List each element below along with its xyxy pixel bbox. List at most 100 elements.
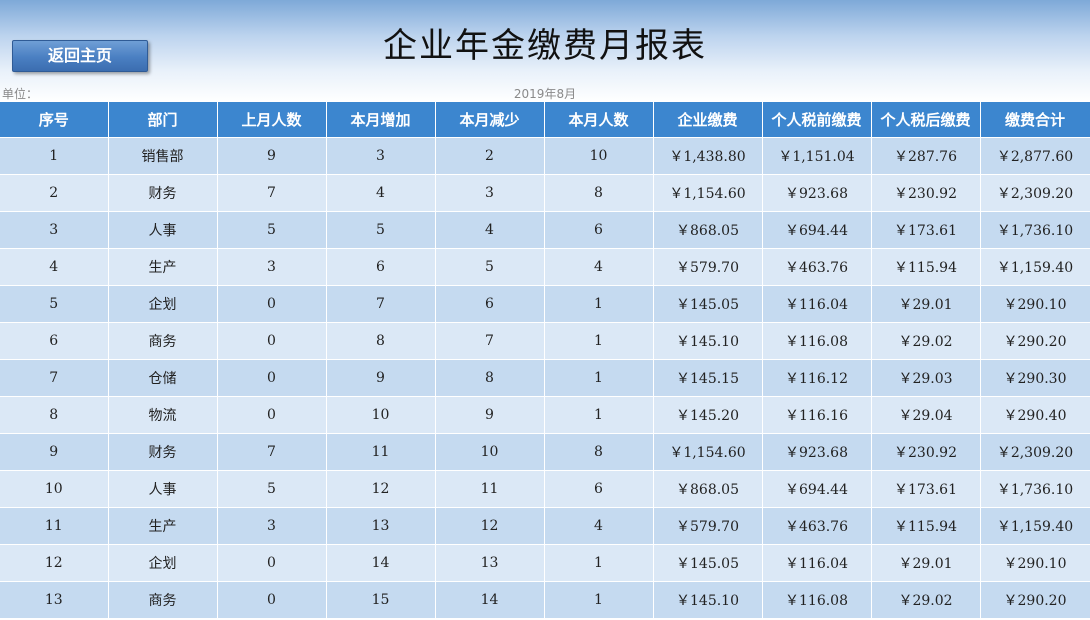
column-header-removed[interactable]: 本月减少: [435, 102, 545, 138]
cell-this-month-count[interactable]: 4: [544, 248, 654, 286]
cell-this-month-count[interactable]: 1: [544, 396, 654, 434]
cell-index[interactable]: 3: [0, 211, 109, 249]
cell-pretax-contribution[interactable]: ￥923.68: [762, 433, 872, 471]
cell-removed[interactable]: 6: [435, 285, 545, 323]
cell-company-contribution[interactable]: ￥145.15: [653, 359, 763, 397]
cell-total[interactable]: ￥2,309.20: [980, 174, 1090, 212]
cell-added[interactable]: 7: [326, 285, 436, 323]
cell-last-month-count[interactable]: 9: [217, 137, 327, 175]
cell-department[interactable]: 人事: [108, 470, 218, 508]
cell-company-contribution[interactable]: ￥1,438.80: [653, 137, 763, 175]
cell-aftertax-contribution[interactable]: ￥29.02: [871, 581, 981, 619]
cell-removed[interactable]: 7: [435, 322, 545, 360]
cell-pretax-contribution[interactable]: ￥694.44: [762, 470, 872, 508]
cell-department[interactable]: 仓储: [108, 359, 218, 397]
cell-total[interactable]: ￥1,159.40: [980, 507, 1090, 545]
cell-index[interactable]: 9: [0, 433, 109, 471]
column-header-company-contribution[interactable]: 企业缴费: [653, 102, 763, 138]
cell-department[interactable]: 生产: [108, 248, 218, 286]
cell-company-contribution[interactable]: ￥579.70: [653, 507, 763, 545]
cell-added[interactable]: 14: [326, 544, 436, 582]
cell-removed[interactable]: 11: [435, 470, 545, 508]
cell-department[interactable]: 销售部: [108, 137, 218, 175]
cell-added[interactable]: 15: [326, 581, 436, 619]
cell-department[interactable]: 人事: [108, 211, 218, 249]
cell-removed[interactable]: 5: [435, 248, 545, 286]
cell-removed[interactable]: 4: [435, 211, 545, 249]
cell-department[interactable]: 物流: [108, 396, 218, 434]
cell-company-contribution[interactable]: ￥1,154.60: [653, 433, 763, 471]
cell-this-month-count[interactable]: 1: [544, 581, 654, 619]
cell-last-month-count[interactable]: 0: [217, 581, 327, 619]
cell-index[interactable]: 7: [0, 359, 109, 397]
cell-last-month-count[interactable]: 5: [217, 211, 327, 249]
cell-pretax-contribution[interactable]: ￥463.76: [762, 248, 872, 286]
cell-department[interactable]: 商务: [108, 322, 218, 360]
cell-index[interactable]: 4: [0, 248, 109, 286]
cell-aftertax-contribution[interactable]: ￥173.61: [871, 470, 981, 508]
cell-company-contribution[interactable]: ￥145.05: [653, 285, 763, 323]
cell-pretax-contribution[interactable]: ￥116.16: [762, 396, 872, 434]
cell-department[interactable]: 企划: [108, 544, 218, 582]
cell-added[interactable]: 13: [326, 507, 436, 545]
cell-last-month-count[interactable]: 7: [217, 433, 327, 471]
cell-aftertax-contribution[interactable]: ￥287.76: [871, 137, 981, 175]
cell-total[interactable]: ￥1,159.40: [980, 248, 1090, 286]
cell-aftertax-contribution[interactable]: ￥29.01: [871, 544, 981, 582]
cell-department[interactable]: 生产: [108, 507, 218, 545]
cell-aftertax-contribution[interactable]: ￥115.94: [871, 507, 981, 545]
column-header-added[interactable]: 本月增加: [326, 102, 436, 138]
cell-this-month-count[interactable]: 8: [544, 433, 654, 471]
cell-company-contribution[interactable]: ￥579.70: [653, 248, 763, 286]
cell-added[interactable]: 3: [326, 137, 436, 175]
cell-pretax-contribution[interactable]: ￥116.08: [762, 322, 872, 360]
cell-added[interactable]: 8: [326, 322, 436, 360]
cell-removed[interactable]: 13: [435, 544, 545, 582]
cell-pretax-contribution[interactable]: ￥116.04: [762, 544, 872, 582]
cell-pretax-contribution[interactable]: ￥116.08: [762, 581, 872, 619]
cell-added[interactable]: 10: [326, 396, 436, 434]
cell-total[interactable]: ￥290.30: [980, 359, 1090, 397]
cell-removed[interactable]: 12: [435, 507, 545, 545]
cell-last-month-count[interactable]: 5: [217, 470, 327, 508]
cell-removed[interactable]: 9: [435, 396, 545, 434]
cell-last-month-count[interactable]: 0: [217, 322, 327, 360]
cell-index[interactable]: 11: [0, 507, 109, 545]
cell-pretax-contribution[interactable]: ￥694.44: [762, 211, 872, 249]
cell-added[interactable]: 4: [326, 174, 436, 212]
cell-total[interactable]: ￥290.20: [980, 322, 1090, 360]
cell-index[interactable]: 1: [0, 137, 109, 175]
cell-this-month-count[interactable]: 1: [544, 285, 654, 323]
back-home-button[interactable]: 返回主页: [12, 40, 148, 72]
cell-this-month-count[interactable]: 1: [544, 322, 654, 360]
cell-department[interactable]: 商务: [108, 581, 218, 619]
cell-added[interactable]: 12: [326, 470, 436, 508]
cell-index[interactable]: 10: [0, 470, 109, 508]
cell-total[interactable]: ￥1,736.10: [980, 470, 1090, 508]
cell-last-month-count[interactable]: 0: [217, 396, 327, 434]
cell-index[interactable]: 2: [0, 174, 109, 212]
cell-total[interactable]: ￥290.20: [980, 581, 1090, 619]
cell-removed[interactable]: 10: [435, 433, 545, 471]
cell-this-month-count[interactable]: 6: [544, 470, 654, 508]
cell-total[interactable]: ￥1,736.10: [980, 211, 1090, 249]
cell-last-month-count[interactable]: 0: [217, 359, 327, 397]
cell-added[interactable]: 9: [326, 359, 436, 397]
cell-total[interactable]: ￥290.10: [980, 544, 1090, 582]
cell-aftertax-contribution[interactable]: ￥29.02: [871, 322, 981, 360]
column-header-this-month-count[interactable]: 本月人数: [544, 102, 654, 138]
cell-company-contribution[interactable]: ￥145.10: [653, 322, 763, 360]
cell-aftertax-contribution[interactable]: ￥115.94: [871, 248, 981, 286]
column-header-aftertax-contribution[interactable]: 个人税后缴费: [871, 102, 981, 138]
cell-department[interactable]: 企划: [108, 285, 218, 323]
cell-pretax-contribution[interactable]: ￥116.04: [762, 285, 872, 323]
cell-company-contribution[interactable]: ￥145.20: [653, 396, 763, 434]
cell-company-contribution[interactable]: ￥145.10: [653, 581, 763, 619]
cell-index[interactable]: 12: [0, 544, 109, 582]
cell-index[interactable]: 5: [0, 285, 109, 323]
cell-department[interactable]: 财务: [108, 433, 218, 471]
cell-this-month-count[interactable]: 1: [544, 359, 654, 397]
cell-total[interactable]: ￥290.10: [980, 285, 1090, 323]
cell-total[interactable]: ￥290.40: [980, 396, 1090, 434]
cell-removed[interactable]: 14: [435, 581, 545, 619]
